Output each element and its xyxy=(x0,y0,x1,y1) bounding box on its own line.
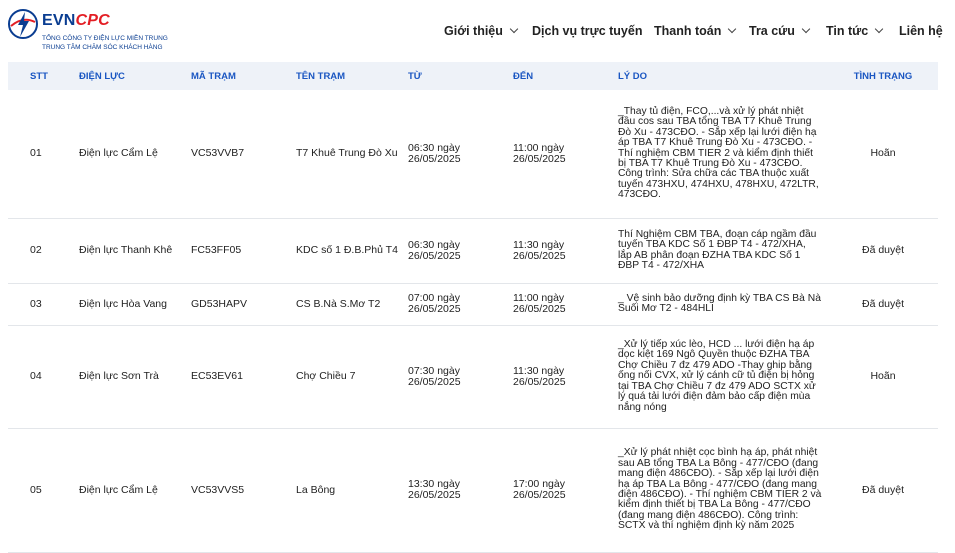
cell-tinh-trang: Đã duyệt xyxy=(828,428,938,553)
cell-tu: 06:30 ngày 26/05/2025 xyxy=(408,218,513,284)
nav-label: Giới thiệu xyxy=(444,24,503,38)
cell-tu: 07:00 ngày 26/05/2025 xyxy=(408,283,513,326)
nav-gioi-thieu[interactable]: Giới thiệu xyxy=(444,21,519,41)
cell-tinh-trang: Hoãn xyxy=(828,90,938,219)
cell-den: 11:30 ngày 26/05/2025 xyxy=(513,325,618,429)
cell-tinh-trang: Đã duyệt xyxy=(828,218,938,284)
header-tinh-trang: TÌNH TRẠNG xyxy=(853,70,913,82)
cell-ma-tram: EC53EV61 xyxy=(191,325,296,429)
nav-thanh-toan[interactable]: Thanh toán xyxy=(654,21,737,41)
header-stt: STT xyxy=(30,70,48,82)
nav-label: Thanh toán xyxy=(654,24,722,38)
header-ly-do: LÝ DO xyxy=(618,70,648,82)
cell-dien-luc: Điện lực Thanh Khê xyxy=(79,218,191,284)
nav-label: Tra cứu xyxy=(749,24,795,38)
cell-stt: 03 xyxy=(8,283,79,326)
cell-ma-tram: GD53HAPV xyxy=(191,283,296,326)
lightning-logo-icon xyxy=(8,9,38,39)
header-den: ĐẾN xyxy=(513,70,534,82)
cell-stt: 02 xyxy=(8,218,79,284)
cell-ten-tram: KDC số 1 Đ.B.Phủ T4 xyxy=(296,218,408,284)
cell-dien-luc: Điện lực Cẩm Lệ xyxy=(79,90,191,219)
table-row: 03 Điện lực Hòa Vang GD53HAPV CS B.Nà S.… xyxy=(8,283,938,326)
nav-lien-he[interactable]: Liên hệ xyxy=(899,21,943,41)
evncpc-logo[interactable]: EVNCPC TỔNG CÔNG TY ĐIỆN LỰC MIỀN TRUNG … xyxy=(7,8,207,56)
cell-ten-tram: Chợ Chiều 7 xyxy=(296,325,408,429)
cell-tinh-trang: Đã duyệt xyxy=(828,283,938,326)
cell-ly-do: Thí Nghiệm CBM TBA, đoạn cáp ngầm đầu tu… xyxy=(618,218,828,284)
cell-ma-tram: VC53VVS5 xyxy=(191,428,296,553)
cell-tu: 06:30 ngày 26/05/2025 xyxy=(408,90,513,219)
cell-ten-tram: CS B.Nà S.Mơ T2 xyxy=(296,283,408,326)
brand-subtitle-1: TỔNG CÔNG TY ĐIỆN LỰC MIỀN TRUNG xyxy=(42,35,168,42)
cell-dien-luc: Điện lực Sơn Trà xyxy=(79,325,191,429)
table-row: 04 Điện lực Sơn Trà EC53EV61 Chợ Chiều 7… xyxy=(8,325,938,429)
header-ma-tram: MÃ TRẠM xyxy=(191,70,236,82)
cell-tu: 07:30 ngày 26/05/2025 xyxy=(408,325,513,429)
cell-den: 11:30 ngày 26/05/2025 xyxy=(513,218,618,284)
cell-ly-do: _ Vệ sinh bảo dưỡng định kỳ TBA CS Bà Nà… xyxy=(618,283,828,326)
brand-subtitle-2: TRUNG TÂM CHĂM SÓC KHÁCH HÀNG xyxy=(42,44,163,51)
outage-schedule-table: STT ĐIỆN LỰC MÃ TRẠM TÊN TRẠM TỪ ĐẾN LÝ … xyxy=(8,62,938,553)
cell-tu: 13:30 ngày 26/05/2025 xyxy=(408,428,513,553)
cell-ma-tram: VC53VVB7 xyxy=(191,90,296,219)
brand-name: EVNCPC xyxy=(42,12,110,29)
cell-dien-luc: Điện lực Hòa Vang xyxy=(79,283,191,326)
chevron-down-icon xyxy=(801,24,811,34)
table-row: 02 Điện lực Thanh Khê FC53FF05 KDC số 1 … xyxy=(8,218,938,284)
table-header-row: STT ĐIỆN LỰC MÃ TRẠM TÊN TRẠM TỪ ĐẾN LÝ … xyxy=(8,62,938,90)
header-tu: TỪ xyxy=(408,70,422,82)
cell-dien-luc: Điện lực Cẩm Lệ xyxy=(79,428,191,553)
cell-ten-tram: T7 Khuê Trung Đò Xu xyxy=(296,90,408,219)
cell-ma-tram: FC53FF05 xyxy=(191,218,296,284)
cell-stt: 05 xyxy=(8,428,79,553)
cell-stt: 04 xyxy=(8,325,79,429)
cell-ly-do: _Xử lý phát nhiệt cọc bình hạ áp, phát n… xyxy=(618,428,828,553)
nav-tin-tuc[interactable]: Tin tức xyxy=(826,21,884,41)
nav-label: Tin tức xyxy=(826,24,869,38)
header-dien-luc: ĐIỆN LỰC xyxy=(79,70,125,82)
site-header: EVNCPC TỔNG CÔNG TY ĐIỆN LỰC MIỀN TRUNG … xyxy=(0,0,955,62)
cell-tinh-trang: Hoãn xyxy=(828,325,938,429)
cell-den: 17:00 ngày 26/05/2025 xyxy=(513,428,618,553)
cell-ten-tram: La Bông xyxy=(296,428,408,553)
nav-label: Liên hệ xyxy=(899,24,943,38)
header-ten-tram: TÊN TRẠM xyxy=(296,70,346,82)
cell-ly-do: _Thay tủ điện, FCO,...và xử lý phát nhiệ… xyxy=(618,90,828,219)
cell-stt: 01 xyxy=(8,90,79,219)
chevron-down-icon xyxy=(874,24,884,34)
nav-label: Dịch vụ trực tuyến xyxy=(532,24,643,38)
chevron-down-icon xyxy=(509,24,519,34)
table-row: 01 Điện lực Cẩm Lệ VC53VVB7 T7 Khuê Trun… xyxy=(8,90,938,219)
chevron-down-icon xyxy=(728,24,737,34)
table-row: 05 Điện lực Cẩm Lệ VC53VVS5 La Bông 13:3… xyxy=(8,428,938,553)
nav-tra-cuu[interactable]: Tra cứu xyxy=(749,21,811,41)
nav-dich-vu-truc-tuyen[interactable]: Dịch vụ trực tuyến xyxy=(532,21,642,41)
cell-ly-do: _Xử lý tiếp xúc lèo, HCD ... lưới điện h… xyxy=(618,325,828,429)
cell-den: 11:00 ngày 26/05/2025 xyxy=(513,283,618,326)
cell-den: 11:00 ngày 26/05/2025 xyxy=(513,90,618,219)
